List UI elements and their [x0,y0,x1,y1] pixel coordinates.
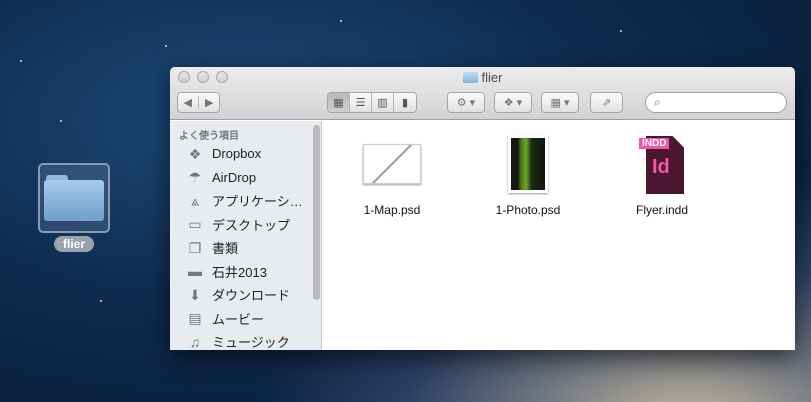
star [340,20,342,22]
column-view-button[interactable]: ▥ [372,93,394,112]
share-button[interactable]: ⇗ [590,92,623,113]
sidebar-scrollbar[interactable] [313,125,320,300]
window-title: flier [170,70,795,85]
star [165,45,167,47]
dropbox-icon: ❖ ▾ [503,97,523,109]
coverflow-view-button[interactable]: ▮ [394,93,416,112]
applications-icon: ⩓ [191,192,199,209]
star [620,30,622,32]
forward-button[interactable]: ▶ [199,96,219,109]
folder-icon [462,72,478,83]
toolbar: flier ◀ ▶ ▦ ☰ ▥ ▮ ⚙ ▾ ❖ ▾ ▦ ▾ ⇗ ⌕ [170,67,795,120]
star [100,300,102,302]
file-name: 1-Photo.psd [495,203,561,217]
downloads-icon: ⬇ [189,286,201,303]
sidebar-section-favorites: よく使う項目 [179,131,239,142]
sidebar-item-label: アプリケーシ… [212,194,303,210]
sidebar-item[interactable]: ☂ AirDrop [170,166,321,190]
sidebar-item-label: 書類 [212,241,239,257]
desktop-icon: ▭ [188,216,202,233]
sidebar-item[interactable]: ▤ ムービー [170,307,321,331]
music-icon: ♫ [189,333,201,350]
search-field[interactable]: ⌕ [645,92,787,113]
sidebar-item-label: デスクトップ [212,217,291,233]
file-name: 1-Map.psd [363,203,421,217]
sidebar-item[interactable]: ⬇ ダウンロード [170,283,321,307]
sidebar-item-label: ムービー [212,311,265,327]
sidebar-item[interactable]: ❐ 書類 [170,236,321,260]
documents-icon: ❐ [188,239,202,256]
sidebar-item-label: ミュージック [212,335,290,350]
dropbox-button[interactable]: ❖ ▾ [494,92,532,113]
finder-window: flier ◀ ▶ ▦ ☰ ▥ ▮ ⚙ ▾ ❖ ▾ ▦ ▾ ⇗ ⌕ よく使う項目… [170,67,795,350]
file-area: 1-Map.psd 1-Photo.psd INDD Id Flyer.indd [323,121,795,350]
indesign-icon: INDD Id [639,134,685,194]
icon-view-button[interactable]: ▦ [328,93,350,112]
star [60,120,62,122]
sidebar-item[interactable]: ▭ デスクトップ [170,213,321,237]
back-button[interactable]: ◀ [178,96,199,109]
list-view-button[interactable]: ☰ [350,93,372,112]
sidebar-item-label: AirDrop [212,169,257,185]
dropbox-icon: ❖ [188,145,202,162]
star [20,60,22,62]
folder-icon: ▬ [188,263,202,280]
movies-icon: ▤ [188,310,202,327]
file-name: Flyer.indd [635,203,689,217]
view-switcher: ▦ ☰ ▥ ▮ [327,92,417,113]
share-icon: ⇗ [601,97,612,109]
sidebar-item[interactable]: ⩓ アプリケーシ… [170,189,321,213]
sidebar-item[interactable]: ♫ ミュージック [170,330,321,350]
sidebar: よく使う項目 ❖ Dropbox ☂ AirDrop ⩓ アプリケーシ… ▭ デスクトップ ❐ 書… [170,121,322,350]
desktop-folder-flier[interactable]: flier [38,163,110,253]
sidebar-item-label: ダウンロード [212,288,291,304]
file-1-photo-psd[interactable]: 1-Photo.psd [473,131,583,217]
gear-icon: ⚙ ▾ [456,97,476,109]
arrange-icon: ▦ ▾ [550,97,570,109]
sidebar-item-label: 石井2013 [212,264,267,280]
map-thumbnail [363,144,421,184]
folder-icon [44,175,104,221]
back-forward-buttons: ◀ ▶ [177,92,220,113]
arrange-button[interactable]: ▦ ▾ [541,92,579,113]
action-button[interactable]: ⚙ ▾ [447,92,485,113]
photo-thumbnail [508,135,548,193]
desktop-folder-label: flier [53,236,94,252]
file-1-map-psd[interactable]: 1-Map.psd [337,131,447,217]
file-flyer-indd[interactable]: INDD Id Flyer.indd [607,131,717,217]
search-icon: ⌕ [654,95,661,109]
sidebar-item[interactable]: ▬ 石井2013 [170,260,321,284]
sidebar-item-label: Dropbox [212,146,262,162]
sidebar-item[interactable]: ❖ Dropbox [170,142,321,166]
airdrop-icon: ☂ [188,169,202,186]
